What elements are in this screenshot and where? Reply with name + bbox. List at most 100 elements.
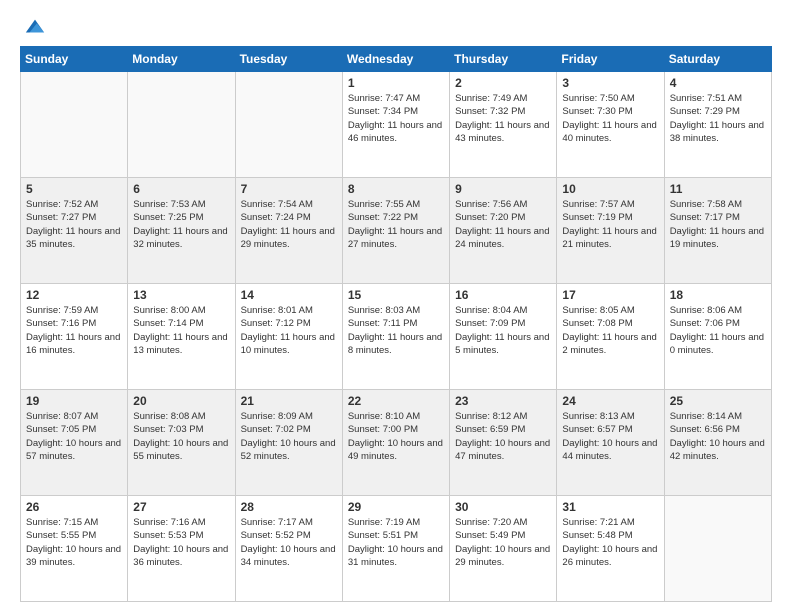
page: Sunday Monday Tuesday Wednesday Thursday… — [0, 0, 792, 612]
calendar-cell — [21, 72, 128, 178]
calendar-header-row: Sunday Monday Tuesday Wednesday Thursday… — [21, 47, 772, 72]
day-info: Sunrise: 8:13 AMSunset: 6:57 PMDaylight:… — [562, 411, 657, 462]
day-info: Sunrise: 7:20 AMSunset: 5:49 PMDaylight:… — [455, 517, 550, 568]
day-number: 11 — [670, 182, 766, 196]
calendar-cell — [664, 496, 771, 602]
calendar-cell: 28 Sunrise: 7:17 AMSunset: 5:52 PMDayligh… — [235, 496, 342, 602]
day-info: Sunrise: 7:17 AMSunset: 5:52 PMDaylight:… — [241, 517, 336, 568]
calendar-cell: 25 Sunrise: 8:14 AMSunset: 6:56 PMDayligh… — [664, 390, 771, 496]
calendar-week-row: 12 Sunrise: 7:59 AMSunset: 7:16 PMDayligh… — [21, 284, 772, 390]
day-number: 6 — [133, 182, 229, 196]
day-info: Sunrise: 7:54 AMSunset: 7:24 PMDaylight:… — [241, 199, 335, 250]
calendar-cell: 12 Sunrise: 7:59 AMSunset: 7:16 PMDayligh… — [21, 284, 128, 390]
day-number: 31 — [562, 500, 658, 514]
day-number: 4 — [670, 76, 766, 90]
calendar-cell: 1 Sunrise: 7:47 AMSunset: 7:34 PMDaylight… — [342, 72, 449, 178]
day-info: Sunrise: 7:49 AMSunset: 7:32 PMDaylight:… — [455, 93, 549, 144]
day-number: 17 — [562, 288, 658, 302]
col-wednesday: Wednesday — [342, 47, 449, 72]
col-tuesday: Tuesday — [235, 47, 342, 72]
day-info: Sunrise: 8:07 AMSunset: 7:05 PMDaylight:… — [26, 411, 121, 462]
calendar-cell: 7 Sunrise: 7:54 AMSunset: 7:24 PMDaylight… — [235, 178, 342, 284]
day-info: Sunrise: 8:10 AMSunset: 7:00 PMDaylight:… — [348, 411, 443, 462]
day-info: Sunrise: 7:55 AMSunset: 7:22 PMDaylight:… — [348, 199, 442, 250]
header — [20, 16, 772, 38]
day-info: Sunrise: 8:01 AMSunset: 7:12 PMDaylight:… — [241, 305, 335, 356]
calendar-cell: 2Sunrise: 7:49 AMSunset: 7:32 PMDaylight… — [450, 72, 557, 178]
col-saturday: Saturday — [664, 47, 771, 72]
day-info: Sunrise: 8:04 AMSunset: 7:09 PMDaylight:… — [455, 305, 549, 356]
day-info: Sunrise: 7:51 AMSunset: 7:29 PMDaylight:… — [670, 93, 764, 144]
day-number: 26 — [26, 500, 122, 514]
day-number: 12 — [26, 288, 122, 302]
calendar-cell: 4 Sunrise: 7:51 AMSunset: 7:29 PMDaylight… — [664, 72, 771, 178]
calendar-cell: 31 Sunrise: 7:21 AMSunset: 5:48 PMDayligh… — [557, 496, 664, 602]
day-number: 23 — [455, 394, 551, 408]
calendar-cell: 5Sunrise: 7:52 AMSunset: 7:27 PMDaylight… — [21, 178, 128, 284]
day-number: 3 — [562, 76, 658, 90]
calendar-table: Sunday Monday Tuesday Wednesday Thursday… — [20, 46, 772, 602]
day-info: Sunrise: 7:57 AMSunset: 7:19 PMDaylight:… — [562, 199, 656, 250]
day-info: Sunrise: 7:19 AMSunset: 5:51 PMDaylight:… — [348, 517, 443, 568]
col-thursday: Thursday — [450, 47, 557, 72]
calendar-cell: 10 Sunrise: 7:57 AMSunset: 7:19 PMDayligh… — [557, 178, 664, 284]
day-number: 15 — [348, 288, 444, 302]
day-info: Sunrise: 7:15 AMSunset: 5:55 PMDaylight:… — [26, 517, 121, 568]
day-info: Sunrise: 7:47 AMSunset: 7:34 PMDaylight:… — [348, 93, 442, 144]
day-number: 10 — [562, 182, 658, 196]
calendar-cell: 29 Sunrise: 7:19 AMSunset: 5:51 PMDayligh… — [342, 496, 449, 602]
col-monday: Monday — [128, 47, 235, 72]
day-info: Sunrise: 8:05 AMSunset: 7:08 PMDaylight:… — [562, 305, 656, 356]
calendar-cell: 24 Sunrise: 8:13 AMSunset: 6:57 PMDayligh… — [557, 390, 664, 496]
day-info: Sunrise: 8:06 AMSunset: 7:06 PMDaylight:… — [670, 305, 764, 356]
day-number: 8 — [348, 182, 444, 196]
calendar-cell: 14 Sunrise: 8:01 AMSunset: 7:12 PMDayligh… — [235, 284, 342, 390]
day-info: Sunrise: 8:09 AMSunset: 7:02 PMDaylight:… — [241, 411, 336, 462]
day-number: 24 — [562, 394, 658, 408]
day-number: 1 — [348, 76, 444, 90]
day-info: Sunrise: 7:52 AMSunset: 7:27 PMDaylight:… — [26, 199, 120, 250]
calendar-cell: 6 Sunrise: 7:53 AMSunset: 7:25 PMDaylight… — [128, 178, 235, 284]
logo — [20, 16, 46, 38]
day-info: Sunrise: 8:00 AMSunset: 7:14 PMDaylight:… — [133, 305, 227, 356]
day-info: Sunrise: 8:12 AMSunset: 6:59 PMDaylight:… — [455, 411, 550, 462]
day-info: Sunrise: 7:59 AMSunset: 7:16 PMDaylight:… — [26, 305, 120, 356]
calendar-cell: 27Sunrise: 7:16 AMSunset: 5:53 PMDayligh… — [128, 496, 235, 602]
day-number: 19 — [26, 394, 122, 408]
calendar-cell: 22 Sunrise: 8:10 AMSunset: 7:00 PMDayligh… — [342, 390, 449, 496]
calendar-cell: 8 Sunrise: 7:55 AMSunset: 7:22 PMDaylight… — [342, 178, 449, 284]
calendar-cell: 18 Sunrise: 8:06 AMSunset: 7:06 PMDayligh… — [664, 284, 771, 390]
day-number: 7 — [241, 182, 337, 196]
day-number: 13 — [133, 288, 229, 302]
day-number: 25 — [670, 394, 766, 408]
calendar-cell — [128, 72, 235, 178]
calendar-cell: 21 Sunrise: 8:09 AMSunset: 7:02 PMDayligh… — [235, 390, 342, 496]
day-info: Sunrise: 7:50 AMSunset: 7:30 PMDaylight:… — [562, 93, 656, 144]
calendar-week-row: 19 Sunrise: 8:07 AMSunset: 7:05 PMDayligh… — [21, 390, 772, 496]
col-friday: Friday — [557, 47, 664, 72]
day-number: 16 — [455, 288, 551, 302]
day-number: 21 — [241, 394, 337, 408]
day-info: Sunrise: 7:21 AMSunset: 5:48 PMDaylight:… — [562, 517, 657, 568]
day-info: Sunrise: 7:58 AMSunset: 7:17 PMDaylight:… — [670, 199, 764, 250]
calendar-cell: 3 Sunrise: 7:50 AMSunset: 7:30 PMDaylight… — [557, 72, 664, 178]
calendar-week-row: 26 Sunrise: 7:15 AMSunset: 5:55 PMDayligh… — [21, 496, 772, 602]
calendar-cell: 20Sunrise: 8:08 AMSunset: 7:03 PMDayligh… — [128, 390, 235, 496]
calendar-cell: 23 Sunrise: 8:12 AMSunset: 6:59 PMDayligh… — [450, 390, 557, 496]
day-number: 20 — [133, 394, 229, 408]
day-number: 9 — [455, 182, 551, 196]
day-number: 30 — [455, 500, 551, 514]
calendar-cell: 16 Sunrise: 8:04 AMSunset: 7:09 PMDayligh… — [450, 284, 557, 390]
day-number: 18 — [670, 288, 766, 302]
day-info: Sunrise: 8:03 AMSunset: 7:11 PMDaylight:… — [348, 305, 442, 356]
day-number: 29 — [348, 500, 444, 514]
day-info: Sunrise: 8:14 AMSunset: 6:56 PMDaylight:… — [670, 411, 765, 462]
day-number: 22 — [348, 394, 444, 408]
day-info: Sunrise: 7:16 AMSunset: 5:53 PMDaylight:… — [133, 517, 228, 568]
logo-icon — [24, 16, 46, 38]
day-number: 28 — [241, 500, 337, 514]
day-number: 14 — [241, 288, 337, 302]
calendar-week-row: 1 Sunrise: 7:47 AMSunset: 7:34 PMDaylight… — [21, 72, 772, 178]
day-info: Sunrise: 7:53 AMSunset: 7:25 PMDaylight:… — [133, 199, 227, 250]
calendar-cell: 19 Sunrise: 8:07 AMSunset: 7:05 PMDayligh… — [21, 390, 128, 496]
